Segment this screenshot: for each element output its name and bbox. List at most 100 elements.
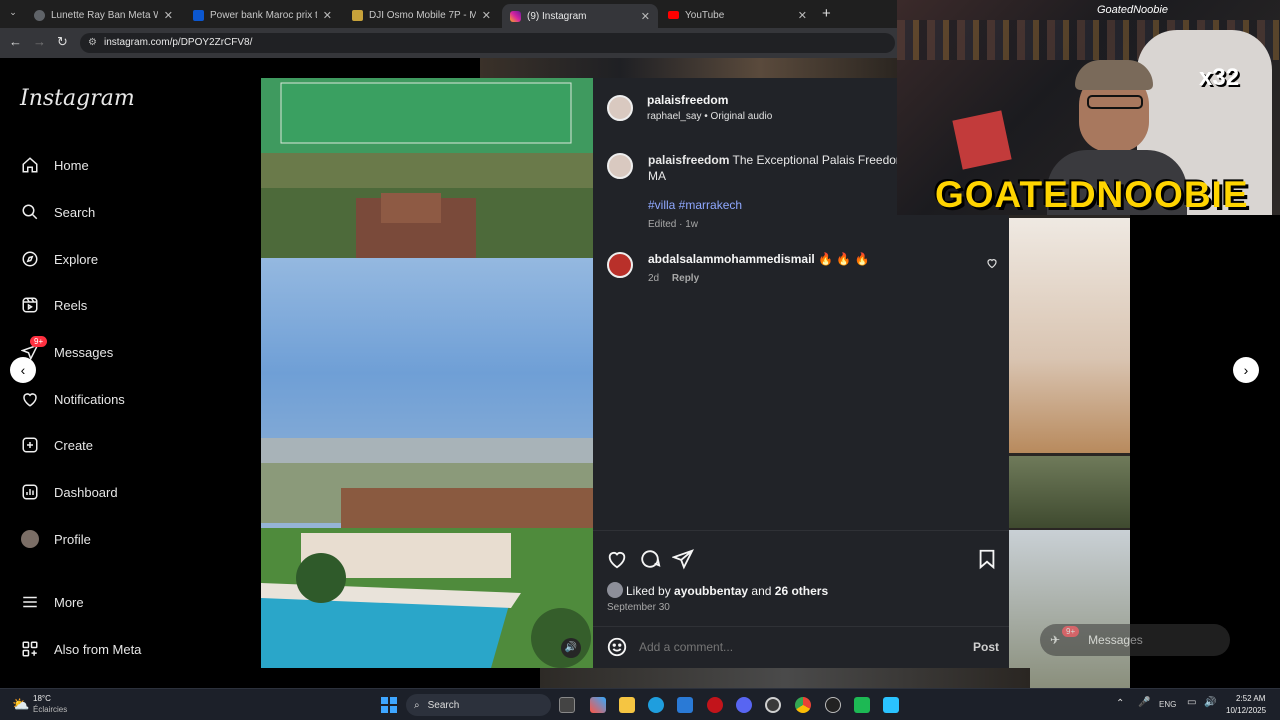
app-icon[interactable] [707, 697, 723, 713]
start-icon[interactable] [381, 697, 397, 713]
clock-time[interactable]: 2:52 AM [1236, 694, 1265, 703]
meta-icon [20, 639, 40, 659]
notepad-icon[interactable] [883, 697, 899, 713]
comment-icon[interactable] [639, 548, 661, 575]
likes-line[interactable]: Liked by ayoubbentay and 26 others [626, 584, 828, 598]
app-icon[interactable] [825, 697, 841, 713]
nav-notifications[interactable]: Notifications [20, 389, 125, 409]
liker-avatar[interactable] [607, 582, 623, 598]
comment-like-icon[interactable] [986, 256, 998, 274]
share-icon[interactable] [671, 548, 694, 575]
app-icon[interactable] [854, 697, 870, 713]
url-text: instagram.com/p/DPOY2ZrCFV8/ [104, 37, 253, 48]
tab-youtube[interactable]: YouTube ✕ [660, 4, 815, 26]
webcam-overlay: GoatedNoobie x32 GOATEDNOOBIE [897, 0, 1280, 215]
store-icon[interactable] [677, 697, 693, 713]
clock-date[interactable]: 10/12/2025 [1226, 706, 1266, 715]
nav-more[interactable]: More [20, 592, 84, 612]
caption-avatar[interactable] [607, 153, 633, 179]
dashboard-icon [20, 482, 40, 502]
weather-temp[interactable]: 18°C [33, 694, 51, 703]
chrome-icon[interactable] [795, 697, 811, 713]
tab-dji[interactable]: DJI Osmo Mobile 7P - Midox S ✕ [344, 4, 499, 26]
instagram-logo[interactable]: Instagram [20, 86, 135, 111]
obs-icon[interactable] [765, 697, 781, 713]
comment-input[interactable] [639, 637, 959, 657]
chevron-up-icon[interactable]: ⌃ [1116, 698, 1124, 709]
audio-label: Original audio [710, 111, 773, 122]
volume-icon[interactable]: 🔊 [1204, 697, 1216, 708]
nav-create[interactable]: Create [20, 435, 93, 455]
nav-dashboard[interactable]: Dashboard [20, 482, 118, 502]
microphone-icon[interactable]: 🎤 [1138, 697, 1150, 708]
hashtags[interactable]: #villa #marrakech [648, 198, 742, 212]
nav-also-from-meta[interactable]: Also from Meta [20, 639, 141, 659]
forward-icon[interactable]: → [33, 34, 46, 49]
tab-power-bank[interactable]: Power bank Maroc prix très co ✕ [185, 4, 340, 26]
messages-pill[interactable]: ✈ 9+ Messages [1040, 624, 1230, 656]
caption-meta: Edited · 1w [648, 219, 699, 230]
weather-desc: Éclaircies [33, 705, 68, 714]
reload-icon[interactable]: ↻ [57, 34, 68, 50]
author-username[interactable]: palaisfreedom [647, 93, 728, 107]
address-bar[interactable]: ⚙ instagram.com/p/DPOY2ZrCFV8/ [80, 33, 895, 53]
like-icon[interactable] [606, 548, 628, 575]
feed-backdrop-bottom [540, 668, 1030, 688]
post-video[interactable]: 🔊 [261, 78, 593, 668]
language-indicator[interactable]: ENG [1159, 700, 1176, 709]
mute-button[interactable]: 🔊 [561, 638, 581, 658]
nav-reels[interactable]: Reels [20, 295, 87, 315]
profile-avatar [20, 529, 40, 549]
comment: abdalsalammohammedismail 🔥 🔥 🔥 [648, 252, 870, 266]
next-post-button[interactable]: › [1233, 357, 1259, 383]
weather-icon[interactable]: ⛅ [12, 696, 29, 713]
edge-icon[interactable] [648, 697, 664, 713]
liked-by-others[interactable]: 26 others [775, 584, 828, 598]
comment-age: 2d [648, 273, 660, 284]
feed-backdrop-top [480, 58, 900, 78]
audio-line[interactable]: raphael_say • Original audio [647, 111, 772, 122]
tab-search-button[interactable]: ⌄ [6, 7, 20, 21]
tab-close-icon[interactable]: ✕ [164, 9, 173, 22]
emoji-icon[interactable] [606, 636, 628, 663]
heart-icon [20, 389, 40, 409]
copilot-icon[interactable] [590, 697, 606, 713]
commenter-avatar[interactable] [607, 252, 633, 278]
tab-close-icon[interactable]: ✕ [798, 9, 807, 22]
taskbar-search[interactable]: ⌕ Search [406, 694, 551, 716]
network-icon[interactable]: ▭ [1187, 697, 1196, 708]
new-tab-button[interactable]: + [822, 5, 831, 22]
tab-close-icon[interactable]: ✕ [323, 9, 332, 22]
tab-instagram[interactable]: (9) Instagram ✕ [502, 4, 658, 28]
nav-home[interactable]: Home [20, 155, 89, 175]
instagram-favicon-icon [510, 10, 521, 22]
tab-close-icon[interactable]: ✕ [641, 10, 650, 23]
author-avatar[interactable] [607, 95, 633, 121]
save-icon[interactable] [976, 548, 998, 575]
discord-icon[interactable] [736, 697, 752, 713]
post-video-frame [261, 78, 593, 668]
nav-explore[interactable]: Explore [20, 249, 98, 269]
home-icon [20, 155, 40, 175]
site-info-icon[interactable]: ⚙ [88, 33, 97, 53]
caption-username[interactable]: palaisfreedom [648, 153, 729, 167]
back-icon[interactable]: ← [9, 34, 22, 49]
liked-by-user[interactable]: ayoubbentay [674, 584, 748, 598]
task-view-icon[interactable] [559, 697, 575, 713]
comment-username[interactable]: abdalsalammohammedismail [648, 252, 815, 266]
tab-strip: ⌄ Lunette Ray Ban Meta Wayfare ✕ Power b… [0, 0, 900, 28]
post-button[interactable]: Post [973, 640, 999, 654]
nav-search[interactable]: Search [20, 202, 95, 222]
file-explorer-icon[interactable] [619, 697, 635, 713]
messages-pill-badge: 9+ [1062, 626, 1080, 637]
overlay-title: GOATEDNOOBIE [935, 174, 1249, 215]
tab-lunette[interactable]: Lunette Ray Ban Meta Wayfare ✕ [26, 4, 181, 26]
search-icon: ⌕ [414, 699, 420, 711]
globe-icon [34, 9, 45, 21]
comment-reply[interactable]: Reply [672, 273, 699, 284]
previous-post-button[interactable]: ‹ [10, 357, 36, 383]
nav-profile[interactable]: Profile [20, 529, 91, 549]
nav-messages[interactable]: 9+ Messages [20, 336, 113, 362]
tab-close-icon[interactable]: ✕ [482, 9, 491, 22]
windows-taskbar: ⛅ 18°C Éclaircies ⌕ Search ⌃ 🎤 ENG ▭ 🔊 2… [0, 688, 1280, 720]
